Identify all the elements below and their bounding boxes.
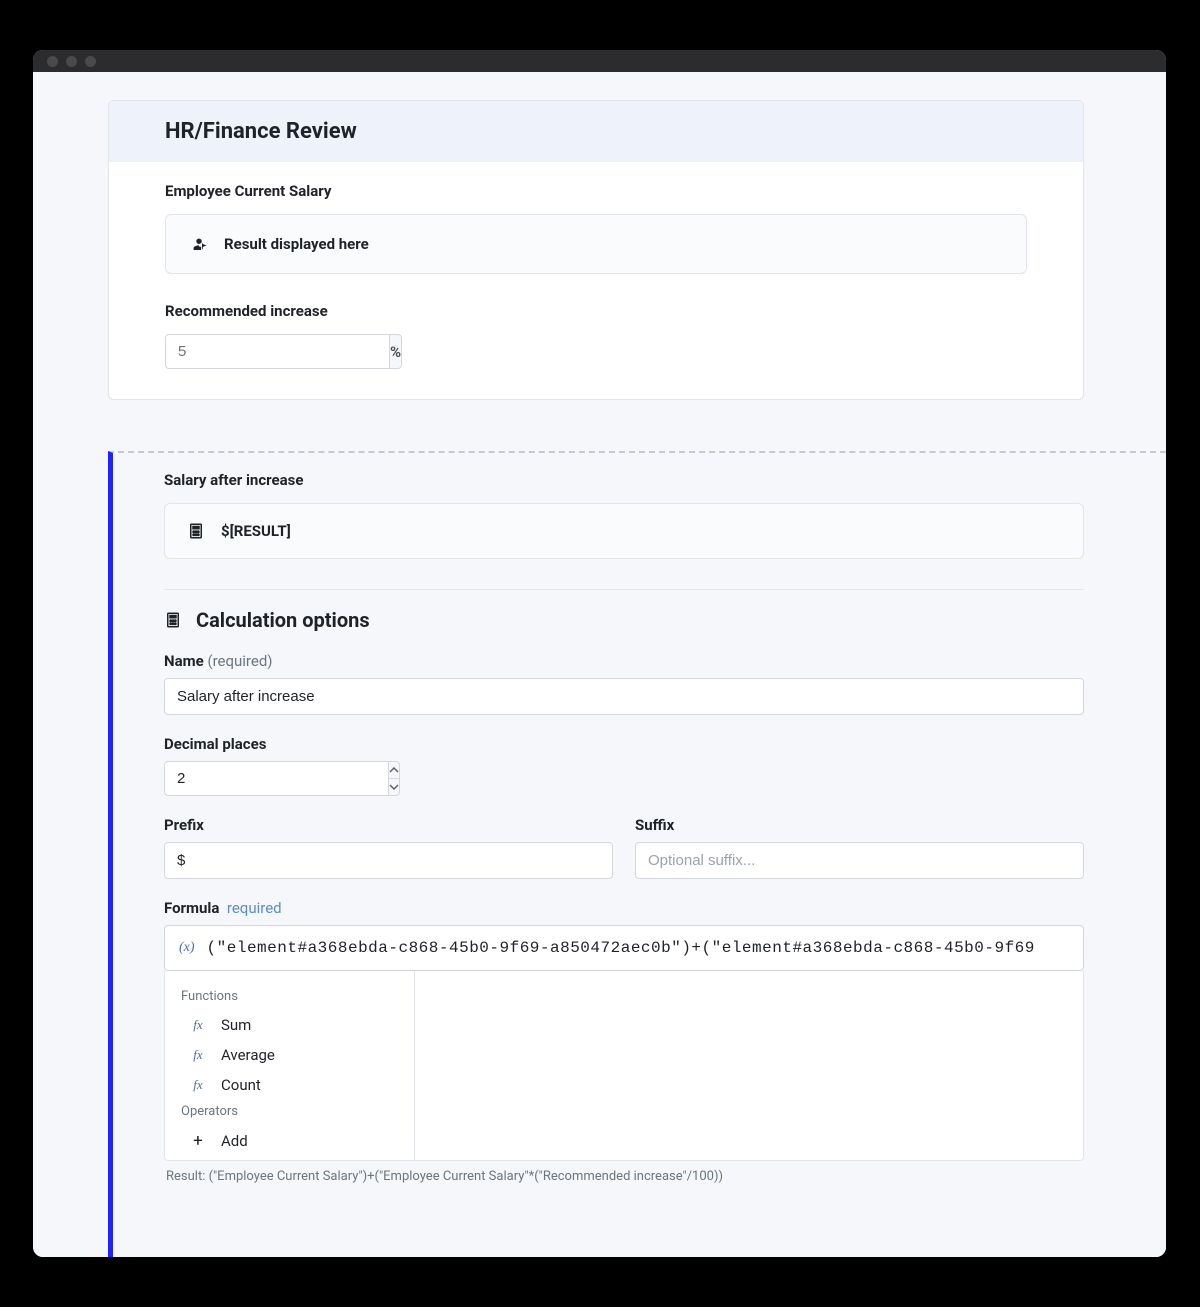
recommended-increase-label: Recommended increase — [165, 302, 1027, 320]
fx-icon: fx — [189, 1047, 207, 1063]
plus-icon: + — [189, 1131, 207, 1151]
stepper-down-button[interactable] — [389, 779, 399, 795]
chevron-up-icon — [389, 767, 399, 773]
calc-options-heading: Calculation options — [164, 589, 1084, 632]
page-title: HR/Finance Review — [165, 119, 1027, 144]
operator-subtract[interactable]: − Subtract — [165, 1157, 414, 1160]
calculator-icon — [164, 611, 182, 629]
recommended-increase-group: % — [165, 334, 383, 369]
suffix-label: Suffix — [635, 816, 1084, 834]
formula-text: ("element#a368ebda-c868-45b0-9f69-a85047… — [207, 939, 1035, 957]
current-salary-placeholder: Result displayed here — [224, 235, 369, 253]
fx-icon: fx — [189, 1017, 207, 1033]
function-count[interactable]: fx Count — [165, 1070, 414, 1100]
stepper-up-button[interactable] — [389, 762, 399, 779]
recommended-increase-input[interactable] — [165, 334, 389, 369]
decimal-label: Decimal places — [164, 735, 1084, 753]
card-header: HR/Finance Review — [109, 101, 1083, 162]
functions-group-title: Functions — [165, 985, 414, 1010]
helper-list: Functions fx Sum fx Average fx Count Ope… — [165, 971, 415, 1160]
decimal-stepper — [164, 761, 382, 796]
operator-add[interactable]: + Add — [165, 1125, 414, 1157]
operators-group-title: Operators — [165, 1100, 414, 1125]
name-input[interactable] — [164, 678, 1084, 715]
card-body: Employee Current Salary Result displayed… — [109, 162, 1083, 399]
percent-addon: % — [389, 334, 402, 369]
result-footer: Result: ("Employee Current Salary")+("Em… — [164, 1161, 1084, 1192]
formula-input[interactable]: (x) ("element#a368ebda-c868-45b0-9f69-a8… — [164, 925, 1084, 971]
helper-detail-pane — [415, 971, 1083, 1160]
formula-helper-panel: Functions fx Sum fx Average fx Count Ope… — [164, 971, 1084, 1161]
calculator-icon — [187, 522, 205, 540]
prefix-suffix-row: Prefix Suffix — [164, 816, 1084, 879]
window-minimize-dot[interactable] — [66, 56, 77, 67]
fx-icon: fx — [189, 1077, 207, 1093]
prefix-input[interactable] — [164, 842, 613, 879]
window-close-dot[interactable] — [47, 56, 58, 67]
stepper-buttons — [388, 761, 400, 796]
salary-after-display[interactable]: $[RESULT] — [164, 503, 1084, 559]
current-salary-display: Result displayed here — [165, 214, 1027, 274]
current-salary-label: Employee Current Salary — [165, 182, 1027, 200]
person-flag-icon — [190, 235, 208, 253]
formula-label: Formula required — [164, 899, 1084, 917]
decimal-input[interactable] — [164, 761, 388, 796]
fx-badge-icon: (x) — [179, 940, 195, 956]
function-sum[interactable]: fx Sum — [165, 1010, 414, 1040]
selected-element-editor: Salary after increase $[RESULT] Calculat… — [108, 451, 1166, 1257]
app-window: HR/Finance Review Employee Current Salar… — [33, 50, 1166, 1257]
content-area: HR/Finance Review Employee Current Salar… — [33, 72, 1166, 1257]
salary-after-label: Salary after increase — [164, 471, 1084, 489]
salary-after-value: $[RESULT] — [221, 522, 291, 540]
function-average[interactable]: fx Average — [165, 1040, 414, 1070]
form-card: HR/Finance Review Employee Current Salar… — [108, 100, 1084, 400]
prefix-label: Prefix — [164, 816, 613, 834]
window-zoom-dot[interactable] — [85, 56, 96, 67]
suffix-input[interactable] — [635, 842, 1084, 879]
chevron-down-icon — [389, 784, 399, 790]
name-label: Name (required) — [164, 652, 1084, 670]
calc-options-title: Calculation options — [196, 608, 370, 632]
window-titlebar — [33, 50, 1166, 72]
